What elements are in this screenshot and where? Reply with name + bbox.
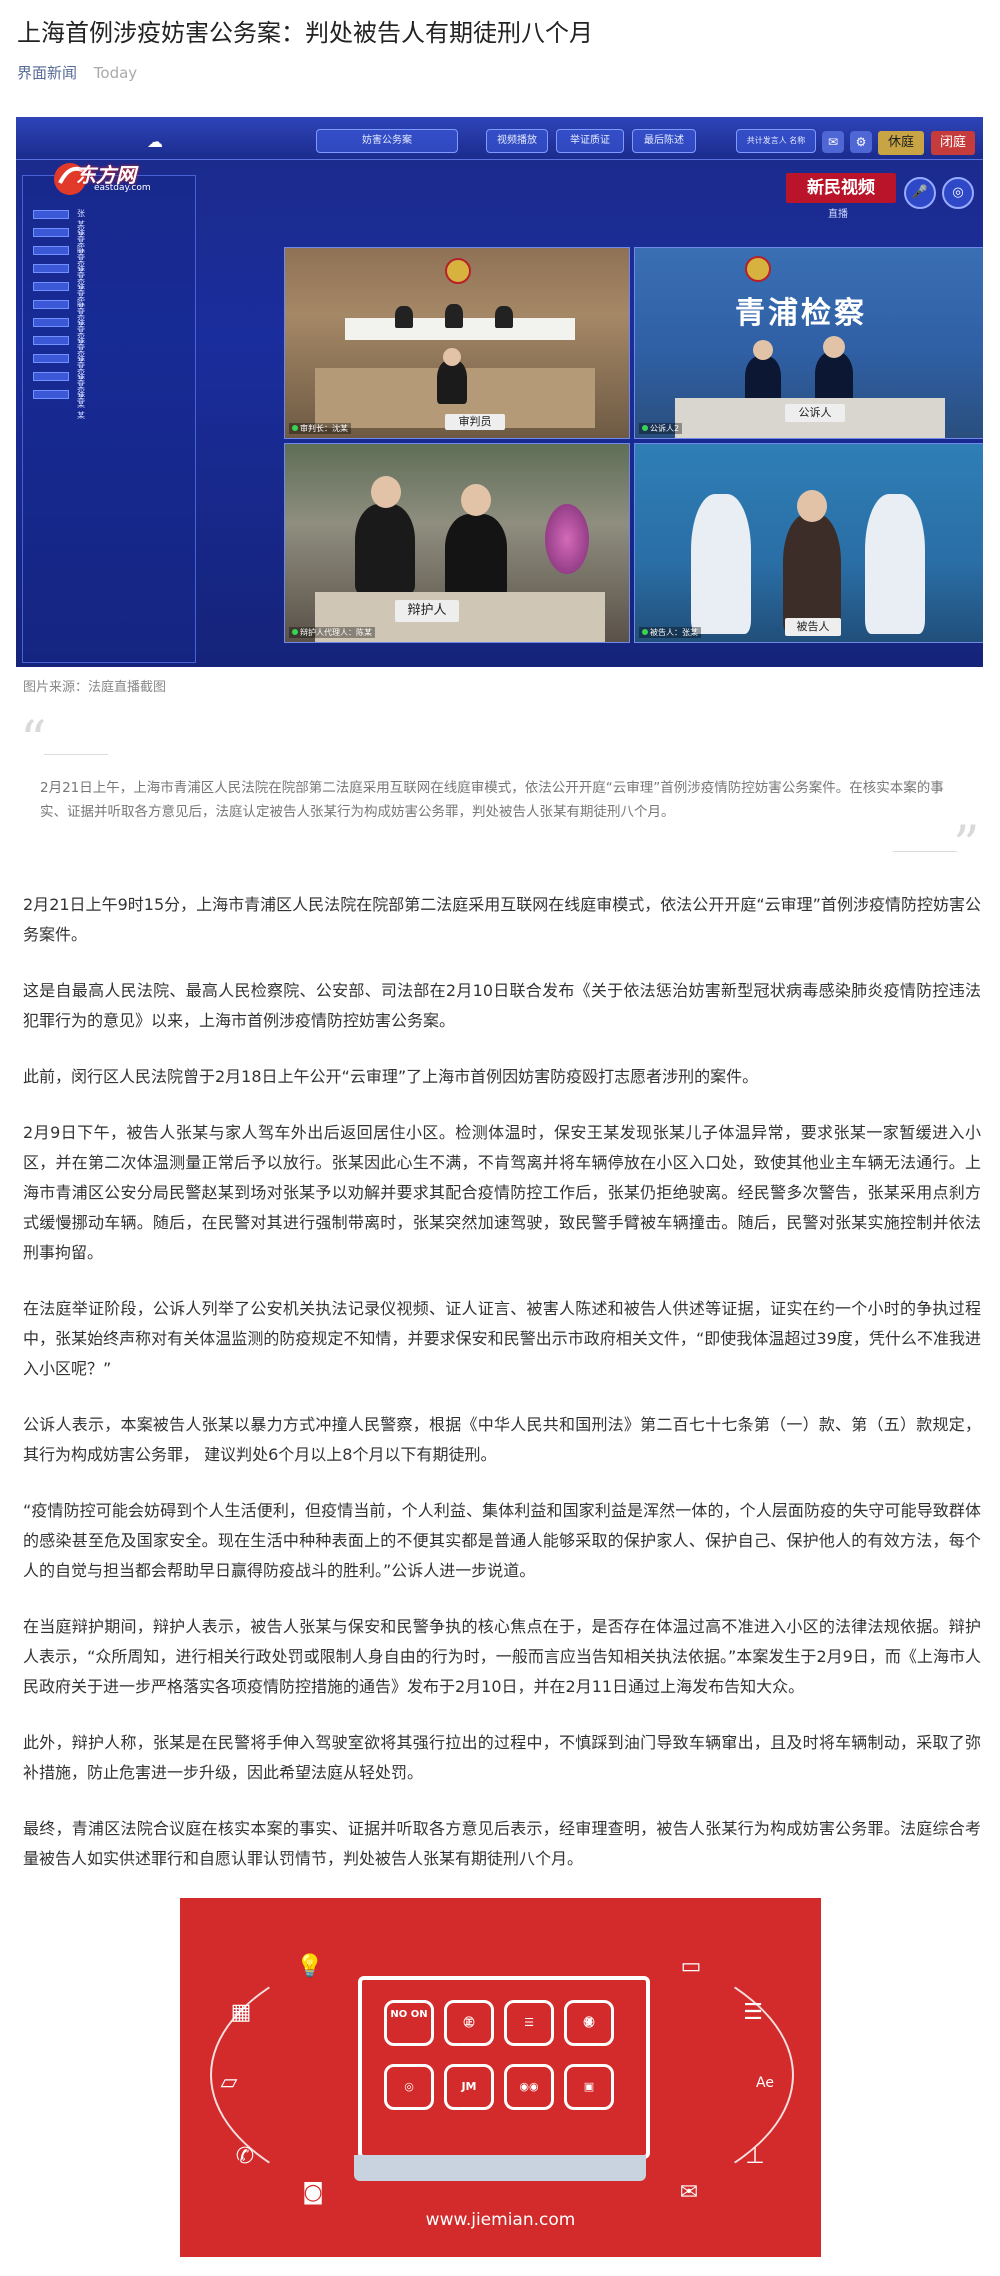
app-icon: JM: [444, 2064, 494, 2110]
desk-sign: 辩护人: [395, 600, 459, 622]
image-caption: 图片来源：法庭直播截图: [23, 680, 167, 695]
panel-label: 辩护人代理人：陈某: [289, 627, 375, 638]
app-icon: ▣: [564, 2064, 614, 2110]
cloud-icon: ☁: [147, 132, 163, 151]
app-icon: ◉◉: [504, 2064, 554, 2110]
paragraph: 2月21日上午9时15分，上海市青浦区人民法院在院部第二法庭采用互联网在线庭审模…: [23, 895, 981, 944]
app-icon: NO ON: [384, 2000, 434, 2046]
source-link[interactable]: 界面新闻: [17, 64, 77, 82]
desk-sign: 公诉人: [785, 404, 845, 422]
person-head: [753, 340, 773, 360]
laptop-screen: NO ON ㊣ ☰ ㊝ ◎ JM ◉◉ ▣: [358, 1976, 650, 2159]
building-icon: ▦: [230, 2000, 252, 2025]
participant-sidebar: 张某某 张某某 陈某某 张某某 张某某 陈某某 张某某 张某某 张某某 张某某 …: [22, 175, 196, 663]
article-page: 上海首例涉疫妨害公务案：判处被告人有期徒刑八个月 界面新闻 Today 妨害公务…: [0, 0, 1000, 2276]
live-label: 直播: [828, 209, 848, 220]
person: [437, 360, 467, 404]
panel-label: 被告人：张某: [639, 627, 701, 638]
court-livestream-screenshot[interactable]: 妨害公务案 视频播放 举证质证 最后陈述 共计发言人 名称 ✉ ⚙ 休庭 闭庭 …: [16, 117, 983, 667]
video-panel-prosecutor: 青浦检察 公诉人 公诉人2: [634, 247, 983, 439]
jiemian-promo-banner[interactable]: NO ON ㊣ ☰ ㊝ ◎ JM ◉◉ ▣ 💡 ▭ ▦ ☰ ▱ Ae ✆ ⊥ ◙…: [180, 1898, 821, 2257]
person-head: [461, 484, 491, 516]
video-panel-judge: 审判员 审判长：沈某: [284, 247, 630, 439]
font-icon: Ae: [756, 2075, 774, 2091]
app-icon: ㊝: [564, 2000, 614, 2046]
laptop-base: [354, 2155, 646, 2181]
person: [783, 514, 841, 634]
person-head: [823, 336, 845, 358]
divider: [44, 754, 108, 755]
settings-icon: ⚙: [850, 131, 872, 153]
person: [445, 514, 507, 598]
protective-suit-person: [691, 494, 751, 634]
divider: [893, 851, 957, 852]
paragraph: 最终，青浦区法院合议庭在核实本案的事实、证据并听取各方意见后表示，经审理查明，被…: [23, 1819, 981, 1868]
screenshot-pill: 妨害公务案: [316, 129, 458, 153]
website-url[interactable]: www.jiemian.com: [180, 2210, 821, 2230]
desk-sign: 审判员: [445, 414, 505, 430]
screenshot-pill: 最后陈述: [632, 129, 696, 153]
recess-button: 休庭: [878, 131, 924, 155]
xinmin-video-badge: 新民视频: [786, 173, 896, 203]
camera-icon: ◎: [942, 177, 974, 209]
list-icon: ☰: [743, 2000, 763, 2025]
article-body: 2月21日上午9时15分，上海市青浦区人民法院在院部第二法庭采用互联网在线庭审模…: [23, 890, 981, 1900]
article-meta: 界面新闻 Today: [17, 62, 137, 84]
person-head: [797, 490, 827, 522]
app-icon: ◎: [384, 2064, 434, 2110]
video-panel-defendant: 被告人 被告人：张某: [634, 443, 983, 643]
chat-icon: ✉: [822, 131, 844, 153]
app-icon: ☰: [504, 2000, 554, 2046]
article-summary: 2月21日上午，上海市青浦区人民法院在院部第二法庭采用互联网在线庭审模式，依法公…: [40, 780, 944, 820]
chat-icon: ▱: [220, 2070, 238, 2095]
paragraph: 在法庭举证阶段，公诉人列举了公安机关执法记录仪视频、证人证言、被害人陈述和被告人…: [23, 1299, 981, 1378]
camera-icon: ◙: [302, 2180, 324, 2205]
panel-label: 公诉人2: [639, 423, 683, 434]
paragraph: “疫情防控可能会妨碍到个人生活便利，但疫情当前，个人利益、集体利益和国家利益是浑…: [23, 1501, 981, 1580]
paragraph: 在当庭辩护期间，辩护人表示，被告人张某与保安和民警争执的核心焦点在于，是否存在体…: [23, 1617, 981, 1696]
procuratorate-sign: 青浦检察: [735, 296, 867, 331]
lightbulb-icon: 💡: [296, 1954, 324, 1979]
person: [395, 306, 413, 328]
quote-open-icon: “: [20, 711, 47, 771]
screenshot-pill: 举证质证: [556, 129, 624, 153]
article-title: 上海首例涉疫妨害公务案：判处被告人有期徒刑八个月: [17, 19, 593, 47]
screenshot-info: 共计发言人 名称: [736, 129, 816, 153]
paragraph: 2月9日下午，被告人张某与家人驾车外出后返回居住小区。检测体温时，保安王某发现张…: [23, 1123, 981, 1262]
paragraph: 公诉人表示，本案被告人张某以暴力方式冲撞人民警察，根据《中华人民共和国刑法》第二…: [23, 1415, 981, 1464]
app-icon: ㊣: [444, 2000, 494, 2046]
person-head: [371, 476, 401, 508]
national-emblem: [445, 258, 471, 284]
publish-time: Today: [93, 64, 138, 82]
paragraph: 此外，辩护人称，张某是在民警将手伸入驾驶室欲将其强行拉出的过程中，不慎踩到油门导…: [23, 1733, 981, 1782]
paragraph: 这是自最高人民法院、最高人民检察院、公安部、司法部在2月10日联合发布《关于依法…: [23, 981, 981, 1030]
microphone-icon: 🎤: [904, 177, 936, 209]
phone-icon: ✆: [235, 2144, 255, 2169]
person: [495, 306, 513, 328]
person: [445, 304, 463, 328]
video-panel-defense: 辩护人 辩护人代理人：陈某: [284, 443, 630, 643]
procuratorate-emblem: [745, 256, 771, 282]
screenshot-pill: 视频播放: [486, 129, 548, 153]
save-icon: ▭: [680, 1954, 702, 1979]
mail-icon: ✉: [679, 2180, 699, 2205]
flowers: [545, 504, 589, 574]
desk-sign: 被告人: [785, 618, 841, 636]
quote-close-icon: ”: [953, 816, 980, 876]
signal-icon: ⊥: [745, 2144, 765, 2169]
close-court-button: 闭庭: [931, 131, 975, 155]
paragraph: 此前，闵行区人民法院曾于2月18日上午公开“云审理”了上海市首例因妨害防疫殴打志…: [23, 1067, 759, 1086]
person-head: [443, 348, 461, 366]
panel-label: 审判长：沈某: [289, 423, 351, 434]
protective-suit-person: [865, 494, 925, 634]
logo-subtext: eastday.com: [94, 183, 151, 193]
person: [355, 504, 415, 594]
